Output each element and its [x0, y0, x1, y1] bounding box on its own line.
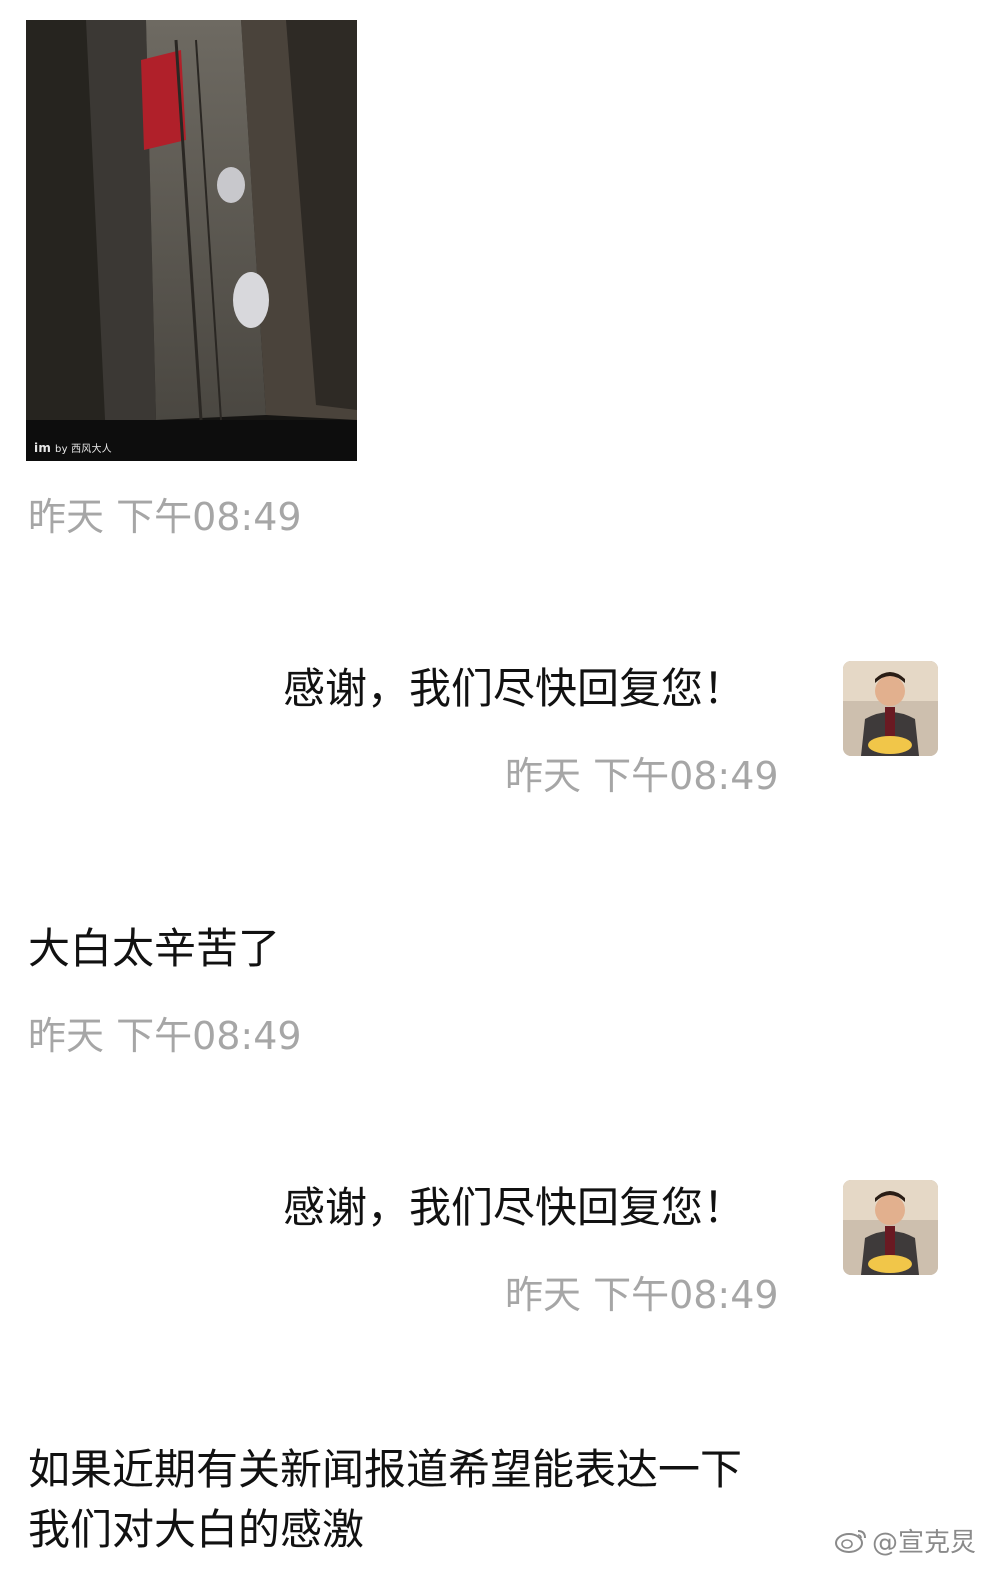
im-logo: im [34, 441, 52, 455]
avatar[interactable] [843, 1180, 938, 1275]
image-caption: im by 西风大人 [34, 440, 112, 455]
alley-photo [26, 20, 357, 461]
user-avatar-icon [843, 1180, 938, 1275]
weibo-icon [834, 1527, 868, 1560]
message-timestamp: 昨天 下午08:49 [28, 495, 302, 539]
message-timestamp: 昨天 下午08:49 [28, 1014, 302, 1058]
avatar[interactable] [843, 661, 938, 756]
user-avatar-icon [843, 661, 938, 756]
watermark-text: @宣克炅 [871, 1528, 976, 1558]
message-line: 我们对大白的感激 [28, 1505, 365, 1554]
weibo-watermark: @宣克炅 [834, 1522, 976, 1560]
message-text[interactable]: 感谢，我们尽快回复您！ [283, 1183, 745, 1233]
message-image[interactable]: im by 西风大人 [26, 20, 357, 461]
message-text[interactable]: 感谢，我们尽快回复您！ [283, 664, 745, 714]
message-timestamp: 昨天 下午08:49 [505, 754, 779, 798]
message-text[interactable]: 如果近期有关新闻报道希望能表达一下 我们对大白的感激 [28, 1440, 888, 1560]
image-caption-text: by 西风大人 [55, 444, 112, 455]
message-line: 如果近期有关新闻报道希望能表达一下 [28, 1445, 743, 1494]
message-timestamp: 昨天 下午08:49 [505, 1273, 779, 1317]
message-text[interactable]: 大白太辛苦了 [28, 924, 280, 974]
